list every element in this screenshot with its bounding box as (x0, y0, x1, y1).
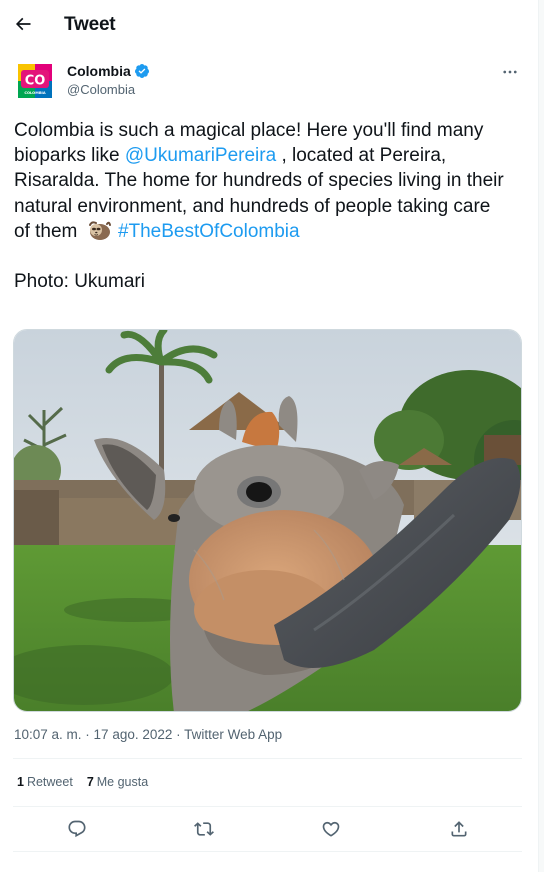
hashtag-link[interactable]: #TheBestOfColombia (118, 221, 300, 242)
photo-credit: Photo: Ukumari (14, 271, 145, 293)
verified-badge-icon (134, 64, 149, 78)
tweet-date[interactable]: 17 ago. 2022 (94, 727, 173, 742)
retweets-stat[interactable]: 1 Retweet (17, 775, 73, 789)
tweet-source[interactable]: Twitter Web App (184, 727, 282, 742)
reply-button[interactable] (64, 816, 90, 842)
author-handle[interactable]: @Colombia (67, 82, 135, 97)
sloth-emoji-icon (88, 221, 111, 240)
share-button[interactable] (446, 816, 472, 842)
retweet-button[interactable] (191, 816, 217, 842)
tweet-stats: 1 Retweet 7 Me gusta (17, 775, 148, 789)
share-icon (451, 821, 467, 837)
more-dots-icon (503, 70, 517, 74)
likes-stat[interactable]: 7 Me gusta (87, 775, 148, 789)
header: Tweet (0, 0, 539, 50)
like-button[interactable] (318, 816, 344, 842)
tweet-time[interactable]: 10:07 a. m. (14, 727, 82, 742)
page-title: Tweet (64, 14, 116, 35)
tweet-body: Colombia is such a magical place! Here y… (14, 118, 510, 244)
retweets-label: Retweet (26, 775, 73, 789)
back-button[interactable] (8, 9, 38, 39)
more-options-button[interactable] (496, 60, 524, 84)
author-name[interactable]: Colombia (67, 63, 150, 79)
likes-label: Me gusta (96, 775, 149, 789)
colombia-logo-icon: CO COLOMBIA (18, 64, 52, 98)
retweet-icon (194, 822, 214, 836)
meta-separator: · (81, 727, 94, 742)
tweet-meta: 10:07 a. m. · 17 ago. 2022 · Twitter Web… (14, 727, 282, 742)
retweets-count: 1 (17, 775, 24, 789)
mention-link[interactable]: @UkumariPereira (125, 145, 276, 166)
author-name-text: Colombia (67, 63, 131, 79)
tweet-actions (13, 814, 522, 844)
tweet-author: CO COLOMBIA Colombia @Colombia (14, 60, 526, 104)
svg-text:CO: CO (25, 74, 46, 89)
divider (13, 758, 522, 759)
tweet-page: Tweet CO COLOMBIA Colombia @Colombia Col… (0, 0, 539, 872)
reply-icon (68, 820, 86, 838)
meta-separator-2: · (172, 727, 185, 742)
giraffe-photo-image (14, 330, 521, 711)
avatar[interactable]: CO COLOMBIA (14, 60, 56, 102)
divider (13, 806, 522, 807)
likes-count: 7 (86, 775, 94, 789)
tweet-text: Colombia is such a magical place! Here y… (14, 118, 510, 294)
scrollbar[interactable] (539, 0, 544, 872)
svg-text:COLOMBIA: COLOMBIA (24, 91, 46, 95)
arrow-left-icon (15, 17, 31, 31)
divider (13, 851, 522, 852)
heart-icon (322, 821, 340, 837)
tweet-photo[interactable] (13, 329, 522, 712)
